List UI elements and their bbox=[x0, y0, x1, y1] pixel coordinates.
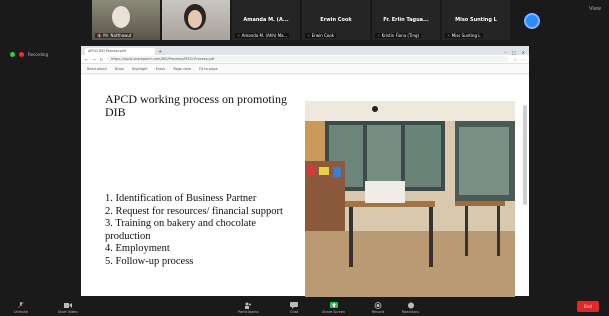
participant-face bbox=[112, 6, 130, 28]
share-screen-icon bbox=[329, 302, 338, 308]
meeting-toolbar: Unmute Start Video Participants Chat Sha… bbox=[0, 296, 609, 316]
scrollbar[interactable] bbox=[523, 105, 527, 205]
participants-icon bbox=[245, 302, 252, 309]
refresh-icon[interactable]: ↻ bbox=[100, 57, 103, 62]
minimize-icon[interactable]: – bbox=[504, 50, 506, 55]
pdf-tool[interactable]: Draw bbox=[115, 67, 124, 71]
chat-button[interactable]: Chat bbox=[290, 302, 298, 314]
security-icon bbox=[10, 52, 15, 57]
participant-name: Fr. Erlin Tagua... bbox=[383, 17, 429, 23]
back-icon[interactable]: ← bbox=[85, 57, 88, 62]
browser-tab[interactable]: APCD DEI Process.pdf bbox=[85, 48, 155, 55]
next-participants-button[interactable] bbox=[524, 13, 540, 29]
participant-video[interactable]: 🔇 Mr. Natthawut bbox=[92, 0, 160, 40]
pdf-tool[interactable]: Read aloud bbox=[87, 67, 107, 71]
new-tab-icon[interactable]: + bbox=[158, 49, 162, 55]
start-video-button[interactable]: Start Video bbox=[58, 302, 77, 314]
close-icon[interactable]: ✕ bbox=[522, 50, 525, 55]
muted-mic-icon: ✕ bbox=[447, 33, 451, 38]
participant-name: Mr. Natthawut bbox=[103, 33, 132, 38]
list-item: 5. Follow-up process bbox=[105, 255, 194, 267]
end-meeting-button[interactable]: End bbox=[577, 301, 599, 312]
document-area: APCD working process on promoting DIB 1.… bbox=[81, 75, 529, 297]
unmute-button[interactable]: Unmute bbox=[14, 302, 28, 314]
pdf-tool[interactable]: Fit to page bbox=[199, 67, 218, 71]
muted-mic-icon: 🔇 bbox=[97, 33, 102, 38]
list-item: 3. Training on bakery and chocolate prod… bbox=[105, 218, 257, 242]
pdf-tool[interactable]: Highlight bbox=[132, 67, 148, 71]
pdf-tool[interactable]: Erase bbox=[156, 67, 166, 71]
list-item: 4. Employment bbox=[105, 243, 170, 254]
muted-mic-icon: ✕ bbox=[237, 33, 241, 38]
reactions-icon bbox=[407, 302, 414, 309]
participant-tile[interactable]: Miso Sunting L ✕ Miss Sunting L bbox=[442, 0, 510, 40]
slide-title: APCD working process on promoting DIB bbox=[105, 92, 287, 119]
record-icon bbox=[374, 302, 382, 309]
muted-mic-icon: ✕ bbox=[307, 33, 311, 38]
view-button[interactable]: View bbox=[589, 6, 601, 12]
maximize-icon[interactable]: □ bbox=[512, 50, 516, 55]
record-button[interactable]: Record bbox=[372, 302, 384, 314]
mic-icon bbox=[17, 302, 25, 309]
bakery-interior-image bbox=[305, 101, 515, 297]
participant-tile[interactable]: Fr. Erlin Tagua... ✕ Kristin Fiona (Ting… bbox=[372, 0, 440, 40]
participants-button[interactable]: Participants bbox=[238, 302, 259, 314]
share-screen-button[interactable]: Share Screen bbox=[322, 302, 345, 314]
participant-name: Miso Sunting L bbox=[455, 17, 497, 23]
bakery-photo bbox=[305, 101, 515, 297]
pdf-tool[interactable]: Page view bbox=[173, 67, 191, 71]
participant-name: Erwin Cook bbox=[320, 17, 352, 23]
pdf-toolbar: Read aloud Draw Highlight Erase Page vie… bbox=[81, 64, 529, 74]
participant-tile[interactable]: Erwin Cook ✕ Erwin Cook bbox=[302, 0, 370, 40]
record-dot-icon bbox=[19, 52, 24, 57]
slide: APCD working process on promoting DIB 1.… bbox=[81, 75, 529, 297]
participant-strip: 🔇 Mr. Natthawut Amanda M. (A... ✕ Amanda… bbox=[92, 0, 510, 40]
participant-video[interactable] bbox=[162, 0, 230, 40]
video-icon bbox=[63, 303, 72, 308]
address-bar: ← → ↻ https://apcd.sharepoint.com/DEI/Pr… bbox=[81, 55, 529, 64]
list-item: 1. Identification of Business Partner bbox=[105, 193, 257, 204]
muted-mic-icon: ✕ bbox=[377, 33, 381, 38]
forward-icon[interactable]: → bbox=[92, 57, 95, 62]
slide-list: 1. Identification of Business Partner 2.… bbox=[105, 193, 295, 268]
chat-icon bbox=[290, 302, 299, 309]
participant-tile[interactable]: Amanda M. (A... ✕ Amanda M. (Ahh) Ma... bbox=[232, 0, 300, 40]
menu-icon[interactable]: ⋯ bbox=[521, 57, 525, 62]
shared-screen-window: APCD DEI Process.pdf + – □ ✕ ← → ↻ https… bbox=[81, 46, 529, 297]
url-field[interactable]: https://apcd.sharepoint.com/DEI/Process/… bbox=[107, 56, 510, 62]
participant-name: Amanda M. (A... bbox=[243, 17, 289, 23]
list-item: 2. Request for resources/ financial supp… bbox=[105, 205, 283, 217]
browser-tab-bar: APCD DEI Process.pdf + – □ ✕ bbox=[81, 46, 529, 55]
reactions-button[interactable]: Reactions bbox=[402, 302, 419, 314]
star-icon[interactable]: ☆ bbox=[513, 57, 517, 62]
recording-status: Recording bbox=[10, 52, 48, 57]
